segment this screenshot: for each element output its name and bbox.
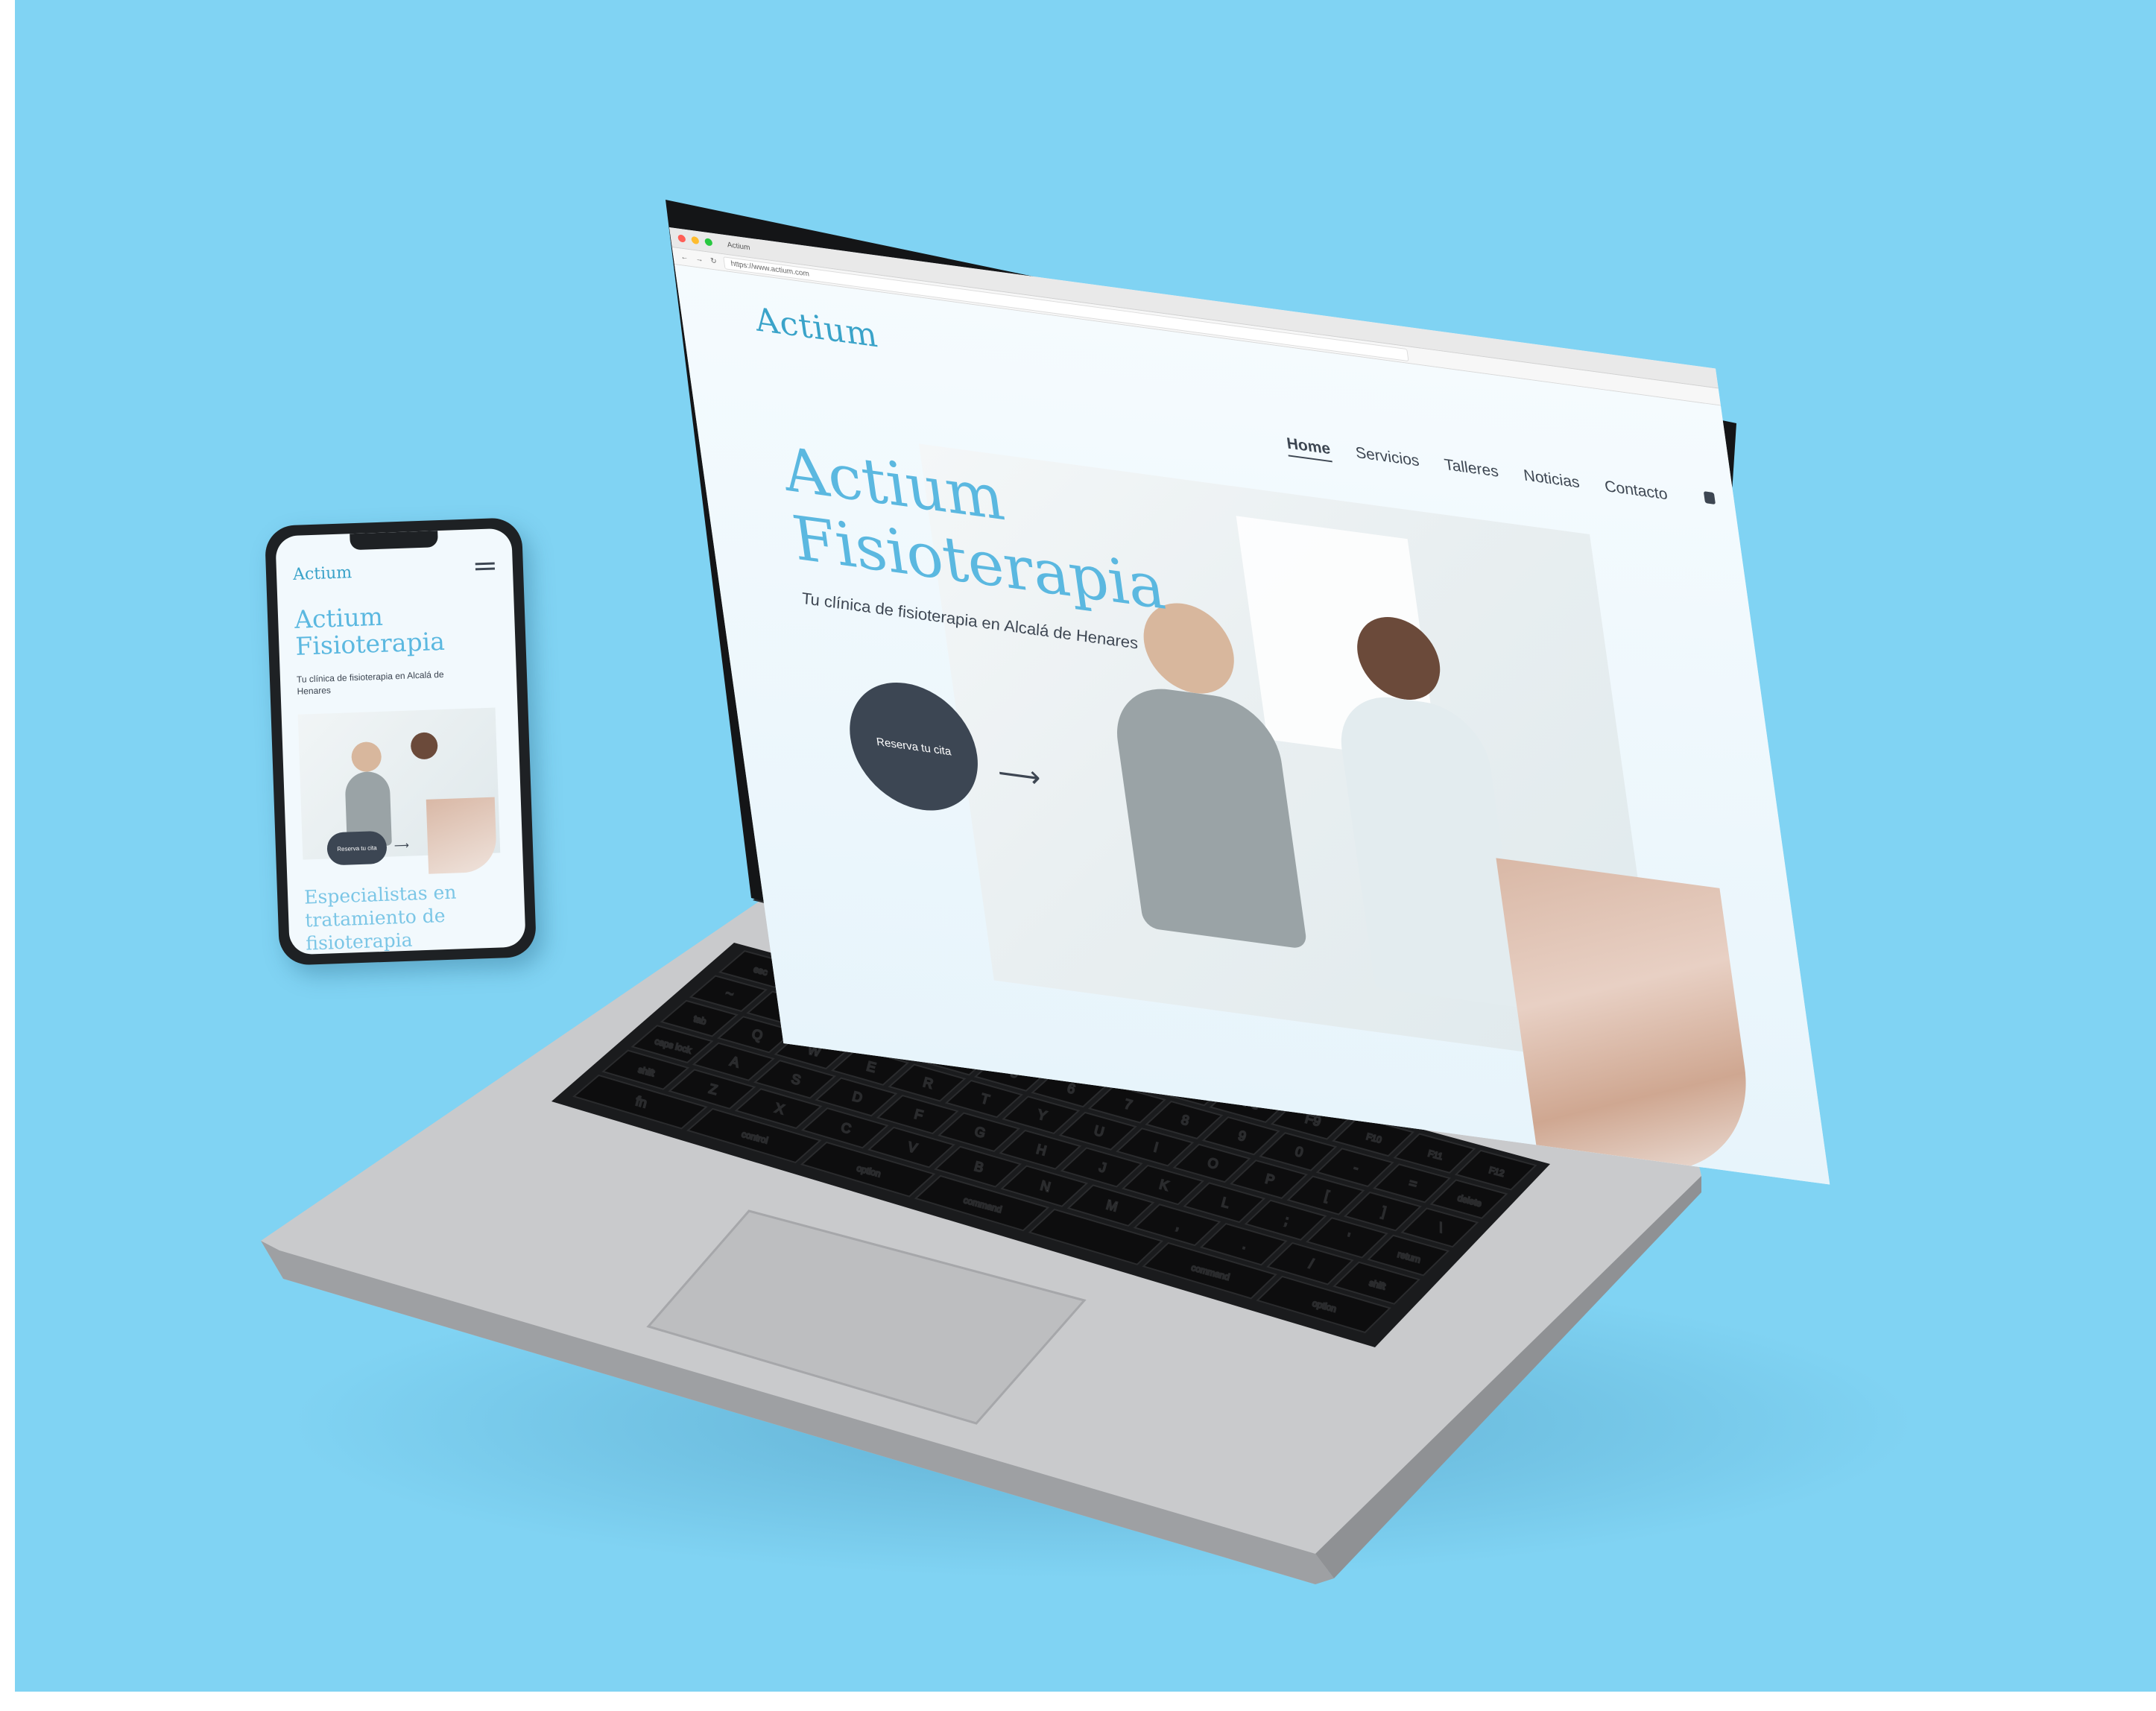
mobile-hero-title: Actium Fisioterapia	[294, 601, 446, 661]
website-page: Actium Home Servicios Talleres Noticias …	[674, 265, 1830, 1185]
forward-arrow-icon[interactable]: →	[695, 255, 704, 264]
phone: Actium Actium Fisioterapia Tu clínica de…	[264, 517, 537, 966]
mobile-arrow-right-icon[interactable]: ⟶	[394, 839, 410, 853]
back-arrow-icon[interactable]: ←	[680, 253, 689, 262]
phone-notch	[350, 531, 438, 551]
nav-talleres[interactable]: Talleres	[1444, 456, 1500, 485]
phone-screen: Actium Actium Fisioterapia Tu clínica de…	[275, 528, 526, 955]
browser-tab[interactable]: Actium	[727, 241, 750, 252]
nav-home[interactable]: Home	[1286, 434, 1333, 463]
maximize-window-icon[interactable]	[704, 238, 713, 247]
hamburger-menu-icon[interactable]	[475, 562, 495, 566]
nav-servicios[interactable]: Servicios	[1354, 444, 1420, 475]
therapist-body	[1333, 689, 1525, 1008]
mobile-massage-photo	[426, 797, 498, 874]
minimize-window-icon[interactable]	[691, 235, 700, 245]
mobile-hero-subtitle: Tu clínica de fisioterapia en Alcalá de …	[296, 668, 444, 697]
site-logo[interactable]: Actium	[753, 301, 880, 355]
mobile-therapist-figure	[410, 732, 438, 760]
keyboard-key	[1028, 1208, 1164, 1265]
nav-contacto[interactable]: Contacto	[1604, 478, 1669, 507]
nav-noticias[interactable]: Noticias	[1523, 467, 1581, 496]
mobile-patient-figure	[351, 741, 382, 773]
reload-icon[interactable]: ↻	[710, 256, 718, 265]
specialists-heading: Especialistas en tratamiento de fisioter…	[303, 881, 457, 955]
massage-photo	[1496, 858, 1762, 1185]
mobile-book-appointment-button[interactable]: Reserva tu cita	[326, 830, 388, 866]
laptop-screen: Actium ← → ↻ https://www.actium.com Acti…	[669, 227, 1830, 1185]
main-nav: Home Servicios Talleres Noticias Contact…	[1286, 434, 1669, 507]
mobile-hero-title-line2: Fisioterapia	[294, 626, 446, 661]
close-window-icon[interactable]	[677, 234, 686, 243]
cart-icon[interactable]	[1703, 491, 1716, 505]
arrow-right-icon[interactable]: ⟶	[996, 756, 1043, 796]
mobile-logo[interactable]: Actium	[293, 563, 353, 584]
